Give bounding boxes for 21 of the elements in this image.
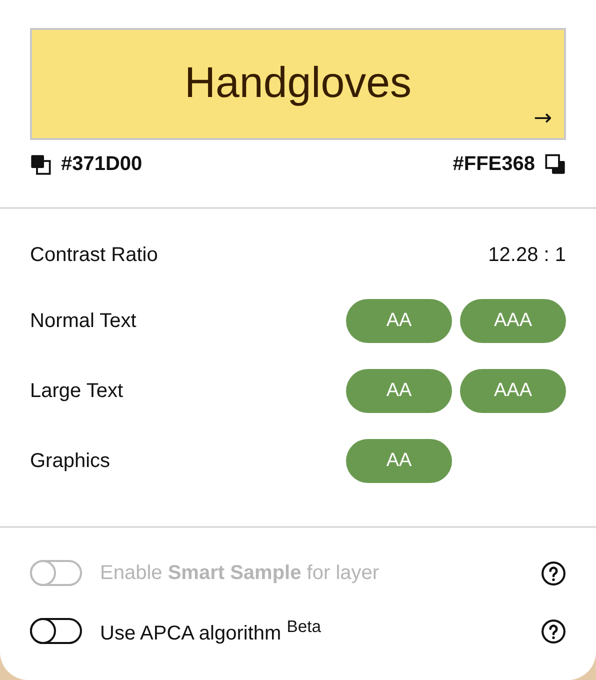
wcag-badge: AA — [346, 439, 452, 483]
wcag-badge: AA — [346, 369, 452, 413]
foreground-layers-icon[interactable] — [30, 154, 51, 175]
background-hex[interactable]: #FFE368 — [452, 153, 535, 176]
sample-text: Handgloves — [184, 58, 412, 108]
toggle-switch[interactable] — [30, 618, 82, 644]
swap-arrow-button[interactable]: → — [534, 108, 552, 130]
level-label: Normal Text — [30, 310, 136, 332]
level-label: Graphics — [30, 450, 110, 472]
level-label: Large Text — [30, 380, 124, 402]
contrast-ratio: 12.28 : 1 — [488, 244, 566, 266]
option-label: Use APCA algorithm $^{Beta}$ — [100, 616, 322, 646]
foreground-hex[interactable]: #371D00 — [61, 153, 142, 176]
wcag-badge: AA — [346, 299, 452, 343]
wcag-badge: AAA — [460, 369, 566, 413]
background-layers-icon[interactable] — [545, 154, 566, 175]
help-icon[interactable] — [541, 618, 566, 644]
contrast-label: Contrast Ratio — [30, 244, 158, 266]
wcag-badge: AAA — [460, 299, 566, 343]
help-icon[interactable] — [541, 560, 566, 586]
option-label: Enable Smart Sample for layer — [100, 562, 380, 584]
